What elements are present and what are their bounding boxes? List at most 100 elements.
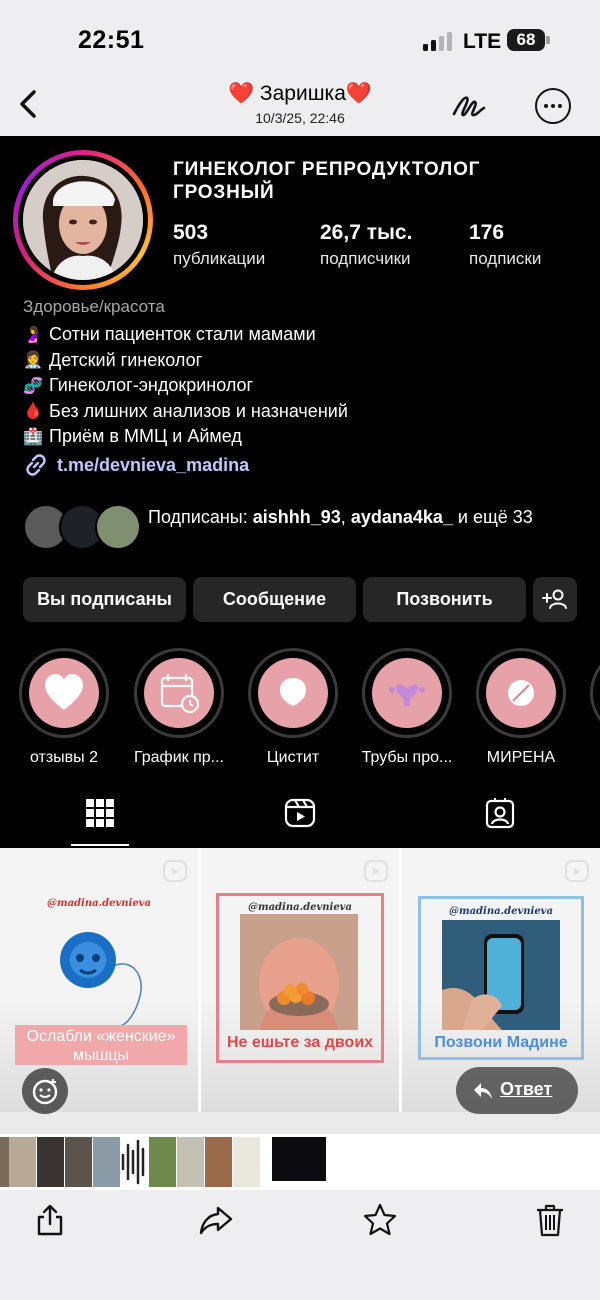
post-caption: Позвони Мадине — [434, 1034, 568, 1051]
photo-scrubber[interactable] — [0, 1134, 600, 1190]
scrubber-thumb[interactable] — [93, 1137, 120, 1187]
profile-category: Здоровье/красота — [23, 297, 165, 316]
signal-icon — [423, 31, 455, 51]
uterus-icon — [389, 684, 425, 706]
profile-tabs — [0, 784, 600, 848]
highlight-cystitis[interactable]: Цистит — [248, 648, 338, 767]
status-time: 22:51 — [78, 26, 145, 54]
highlight-reviews[interactable]: отзывы 2 — [19, 648, 109, 767]
scrubber-thumb-selected[interactable] — [272, 1137, 326, 1181]
contact-name[interactable]: ❤️ Заришка❤️ — [0, 82, 600, 106]
bio-emoji: 🏥 — [23, 428, 43, 446]
following-button[interactable]: Вы подписаны — [23, 577, 186, 622]
followed-suffix: и ещё 33 — [452, 507, 533, 527]
stat-value: 26,7 тыс. — [320, 221, 413, 244]
highlight-label: График пр... — [133, 749, 224, 766]
stat-following[interactable]: 176 подписки — [469, 221, 541, 269]
message-button[interactable]: Сообщение — [193, 577, 356, 622]
highlight-tubes[interactable]: Трубы про... — [362, 648, 452, 767]
reply-arrow-icon — [474, 1083, 492, 1099]
bio-text: Приём в ММЦ и Аймед — [49, 426, 242, 447]
bio-emoji: 🤰 — [23, 326, 43, 344]
highlight-schedule[interactable]: График пр... — [134, 648, 224, 767]
battery-cap — [546, 36, 550, 44]
heart-icon — [45, 674, 83, 710]
bio-line: 🏥 Приём в ММЦ и Аймед — [23, 424, 348, 450]
share-icon[interactable] — [32, 1202, 68, 1238]
post-handle: @madina.devnieva — [449, 906, 553, 917]
pelvic-trainer-image — [60, 932, 142, 1027]
scrubber-thumb[interactable] — [9, 1137, 36, 1187]
stat-posts[interactable]: 503 публикации — [173, 221, 265, 269]
grid-icon[interactable] — [83, 796, 117, 830]
forward-icon[interactable] — [198, 1202, 234, 1238]
scrubber-thumb[interactable] — [205, 1137, 232, 1187]
status-bar: 22:51 LTE 68 — [0, 0, 600, 72]
bio-text: Гинеколог-эндокринолог — [49, 375, 254, 396]
link-text[interactable]: t.me/devnieva_madina — [57, 455, 249, 476]
highlight-label: МИРЕНА — [486, 749, 556, 766]
follower-name: aishhh_93 — [252, 507, 341, 527]
highlight-mirena[interactable]: МИРЕНА — [476, 648, 566, 767]
sticker-button[interactable] — [22, 1068, 68, 1114]
reels-icon[interactable] — [283, 796, 317, 830]
call-button[interactable]: Позвонить — [363, 577, 526, 622]
bio-line: 🤰 Сотни пациенток стали мамами — [23, 322, 348, 348]
followed-by[interactable]: Подписаны: aishhh_93, aydana4ka_ и ещё 3… — [23, 504, 583, 552]
followed-separator: , — [340, 507, 351, 527]
star-icon[interactable] — [362, 1202, 398, 1238]
sticker-icon — [32, 1079, 58, 1105]
scrubber-thumb[interactable] — [177, 1137, 204, 1187]
bottom-toolbar — [0, 1190, 600, 1300]
bio-emoji: 👩‍⚕️ — [23, 352, 43, 370]
stat-value: 503 — [173, 221, 209, 244]
suggest-user-button[interactable] — [533, 577, 577, 622]
story-ring[interactable] — [13, 150, 153, 290]
reply-button[interactable]: Ответ — [456, 1067, 578, 1114]
post-handle: @madina.devnieva — [47, 898, 151, 909]
scrubber-thumb[interactable] — [37, 1137, 64, 1187]
message-date: 10/3/25, 22:46 — [255, 110, 345, 126]
profile-name: ГИНЕКОЛОГ РЕПРОДУКТОЛОГ ГРОЗНЫЙ — [173, 159, 481, 203]
scrubber-thumb[interactable] — [233, 1137, 260, 1187]
post-handle: @madina.devnieva — [248, 902, 352, 913]
scrubber-thumb[interactable] — [149, 1137, 176, 1187]
highlight-label: Цистит — [266, 749, 320, 766]
reel-icon — [364, 860, 388, 882]
post-caption: Ослабли «женские» мышцы — [15, 1025, 187, 1065]
avatar — [23, 160, 143, 280]
add-user-icon — [542, 589, 567, 609]
stat-label: подписчики — [320, 249, 411, 268]
bio-line: 👩‍⚕️ Детский гинеколог — [23, 348, 348, 374]
profile-link[interactable]: t.me/devnieva_madina — [23, 454, 249, 476]
next-row-peek — [0, 1112, 600, 1134]
pill-icon — [508, 680, 534, 706]
instagram-profile-screenshot: ГИНЕКОЛОГ РЕПРОДУКТОЛОГ ГРОЗНЫЙ 503 публ… — [0, 136, 600, 848]
follower-name: aydana4ka_ — [350, 507, 453, 527]
pregnant-woman-image — [240, 914, 358, 1030]
followed-prefix: Подписаны: — [148, 507, 253, 527]
more-options-icon[interactable] — [535, 88, 571, 124]
bio-text: Детский гинеколог — [49, 349, 203, 370]
stat-label: публикации — [173, 249, 266, 268]
stat-value: 176 — [469, 221, 505, 244]
bio-text: Сотни пациенток стали мамами — [49, 324, 316, 345]
stat-label: подписки — [469, 249, 542, 268]
audio-wave-icon — [121, 1139, 145, 1185]
highlight-label: Трубы про... — [361, 749, 453, 766]
network-type: LTE — [463, 30, 502, 53]
profile-bio: 🤰 Сотни пациенток стали мамами 👩‍⚕️ Детски… — [23, 322, 348, 450]
followed-by-text: Подписаны: aishhh_93, aydana4ka_ и ещё 3… — [148, 506, 588, 529]
bubble-icon — [280, 678, 306, 706]
reel-icon — [565, 860, 589, 882]
markup-icon[interactable] — [450, 88, 488, 122]
post-thumbnail[interactable]: @madina.devnieva Не ешьте за двоих — [201, 848, 399, 1134]
trash-icon[interactable] — [532, 1202, 568, 1238]
follower-avatar — [95, 504, 141, 550]
highlight-partial[interactable] — [590, 648, 600, 738]
bio-line: 🧬 Гинеколог-эндокринолог — [23, 373, 348, 399]
scrubber-thumb[interactable] — [65, 1137, 92, 1187]
stat-followers[interactable]: 26,7 тыс. подписчики — [320, 221, 412, 269]
tagged-icon[interactable] — [483, 796, 517, 830]
link-icon — [26, 454, 46, 476]
